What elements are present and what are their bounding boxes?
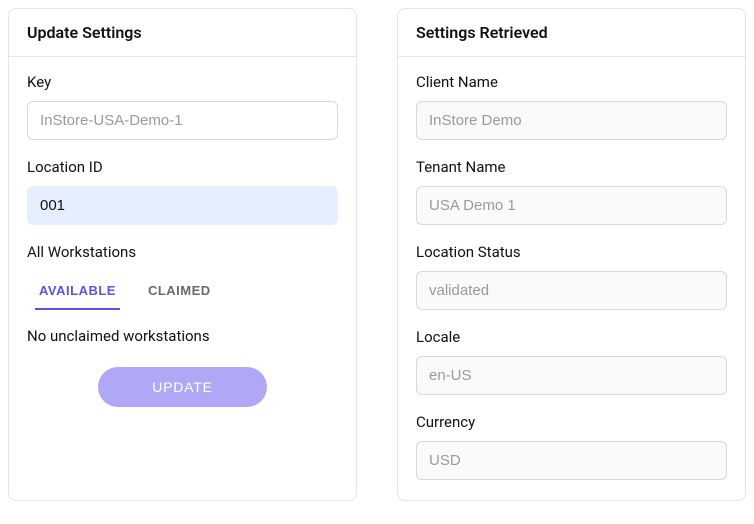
tenant-name-field: Tenant Name bbox=[416, 158, 727, 225]
settings-retrieved-title: Settings Retrieved bbox=[398, 9, 745, 57]
key-input[interactable] bbox=[27, 101, 338, 140]
key-label: Key bbox=[27, 73, 338, 91]
locale-field: Locale bbox=[416, 328, 727, 395]
key-field: Key bbox=[27, 73, 338, 140]
location-id-field: Location ID bbox=[27, 158, 338, 225]
client-name-input[interactable] bbox=[416, 101, 727, 140]
tenant-name-label: Tenant Name bbox=[416, 158, 727, 176]
location-status-label: Location Status bbox=[416, 243, 727, 261]
settings-retrieved-body: Client Name Tenant Name Location Status … bbox=[398, 57, 745, 500]
update-settings-title: Update Settings bbox=[9, 9, 356, 57]
client-name-field: Client Name bbox=[416, 73, 727, 140]
settings-retrieved-card: Settings Retrieved Client Name Tenant Na… bbox=[397, 8, 746, 501]
workstations-tabs: AVAILABLE CLAIMED bbox=[27, 273, 338, 311]
update-settings-body: Key Location ID All Workstations AVAILAB… bbox=[9, 57, 356, 427]
locale-label: Locale bbox=[416, 328, 727, 346]
currency-label: Currency bbox=[416, 413, 727, 431]
location-id-input[interactable] bbox=[27, 186, 338, 225]
no-workstations-message: No unclaimed workstations bbox=[27, 327, 338, 345]
tenant-name-input[interactable] bbox=[416, 186, 727, 225]
client-name-label: Client Name bbox=[416, 73, 727, 91]
locale-input[interactable] bbox=[416, 356, 727, 395]
currency-field: Currency bbox=[416, 413, 727, 480]
update-button[interactable]: UPDATE bbox=[98, 367, 267, 407]
all-workstations-label: All Workstations bbox=[27, 243, 338, 261]
currency-input[interactable] bbox=[416, 441, 727, 480]
update-settings-card: Update Settings Key Location ID All Work… bbox=[8, 8, 357, 501]
location-status-field: Location Status bbox=[416, 243, 727, 310]
tab-claimed[interactable]: CLAIMED bbox=[144, 273, 215, 310]
location-id-label: Location ID bbox=[27, 158, 338, 176]
tab-available[interactable]: AVAILABLE bbox=[35, 273, 120, 310]
location-status-input[interactable] bbox=[416, 271, 727, 310]
